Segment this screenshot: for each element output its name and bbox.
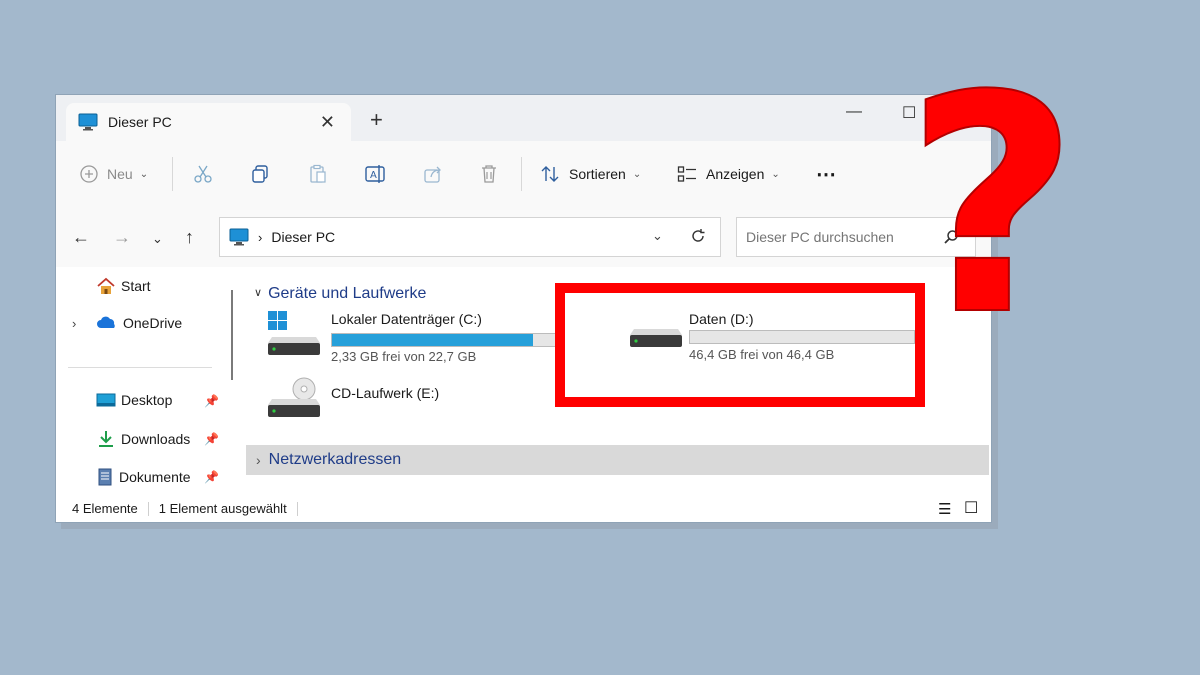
command-bar: Neu ⌄ A Sortieren ⌄ Anzeigen ⌄ ⋯ <box>56 141 991 208</box>
status-divider <box>296 501 298 516</box>
question-mark: ? <box>905 60 1079 330</box>
question-mark-graphic: ? <box>905 60 1080 330</box>
details-view-icon[interactable]: ☰ <box>938 500 951 518</box>
sidebar-item-documents[interactable]: Dokumente <box>96 468 191 486</box>
share-button[interactable] <box>423 141 443 207</box>
cloud-icon <box>97 316 115 328</box>
status-bar: 4 Elemente 1 Element ausgewählt ☰ ☐ <box>56 495 991 522</box>
sidebar-item-label: Start <box>121 278 151 294</box>
rename-icon: A <box>365 165 385 183</box>
sidebar-item-desktop[interactable]: Desktop <box>96 392 172 408</box>
forward-arrow-icon[interactable]: → <box>113 227 131 248</box>
pin-icon[interactable]: 📌 <box>204 394 219 408</box>
svg-text:A: A <box>370 170 377 181</box>
item-count: 4 Elemente <box>72 501 138 516</box>
sidebar-item-downloads[interactable]: Downloads <box>96 430 190 448</box>
toolbar-divider <box>172 157 173 191</box>
group-header-devices[interactable]: ∨ Geräte und Laufwerke <box>254 285 426 303</box>
sort-label: Sortieren <box>569 166 626 182</box>
selection-count: 1 Element ausgewählt <box>158 501 287 516</box>
breadcrumb[interactable]: Dieser PC <box>271 229 335 245</box>
up-arrow-icon[interactable]: ↑ <box>185 227 194 248</box>
sidebar-item-label: Downloads <box>121 431 191 447</box>
expand-chevron-icon: › <box>256 452 261 468</box>
address-bar[interactable]: › Dieser PC ⌄ <box>219 217 721 257</box>
sidebar-item-start[interactable]: Start <box>96 277 151 295</box>
rename-button[interactable]: A <box>364 141 386 207</box>
pin-icon[interactable]: 📌 <box>204 432 219 446</box>
download-arrow-icon <box>99 431 113 447</box>
copy-button[interactable] <box>250 141 270 207</box>
sidebar-item-label: Desktop <box>121 392 173 408</box>
chevron-down-icon: ⌄ <box>632 168 642 180</box>
group-header-network[interactable]: › Netzwerkadressen <box>246 445 989 475</box>
monitor-icon <box>229 228 249 246</box>
sidebar-divider <box>68 367 212 368</box>
recent-chevron-icon[interactable]: ⌄ <box>152 231 163 247</box>
free-space-text: 2,33 GB frei von 22,7 GB <box>331 349 477 364</box>
highlight-box <box>555 283 925 407</box>
windows-drive-icon <box>268 311 320 355</box>
view-label: Anzeigen <box>706 166 765 182</box>
delete-button[interactable] <box>480 141 498 207</box>
new-label: Neu <box>107 166 133 182</box>
address-dropdown-icon[interactable]: ⌄ <box>652 228 663 244</box>
sidebar-item-onedrive[interactable]: OneDrive <box>96 315 182 331</box>
pin-icon[interactable]: 📌 <box>204 470 219 484</box>
paste-button[interactable] <box>308 141 328 207</box>
clipboard-icon <box>310 164 326 183</box>
new-tab-button[interactable]: + <box>370 109 383 131</box>
plus-circle-icon <box>80 165 98 183</box>
cut-button[interactable] <box>193 141 213 207</box>
refresh-icon[interactable] <box>690 228 706 244</box>
tab-title: Dieser PC <box>108 114 172 130</box>
share-icon <box>424 166 441 183</box>
tab-this-pc[interactable]: Dieser PC ✕ <box>66 103 351 141</box>
toolbar-divider <box>521 157 522 191</box>
expand-chevron-icon[interactable]: › <box>72 316 76 331</box>
sidebar-item-label: Dokumente <box>119 469 191 485</box>
title-bar: Dieser PC ✕ + — ☐ ✕ <box>56 95 991 141</box>
sidebar-scrollbar[interactable] <box>231 290 233 380</box>
drive-name: CD-Laufwerk (E:) <box>331 385 440 401</box>
minimize-icon[interactable]: — <box>846 103 862 121</box>
more-options-button[interactable]: ⋯ <box>816 141 836 207</box>
status-divider <box>147 501 149 516</box>
drive-c[interactable]: Lokaler Datenträger (C:) 2,33 GB frei vo… <box>266 311 566 364</box>
group-title: Netzwerkadressen <box>268 451 402 468</box>
new-button[interactable]: Neu ⌄ <box>80 141 148 207</box>
back-arrow-icon[interactable]: ← <box>72 227 90 248</box>
view-list-icon <box>677 166 696 182</box>
address-row: ← → ⌄ ↑ › Dieser PC ⌄ <box>56 207 991 267</box>
trash-icon <box>482 165 496 183</box>
sidebar-item-label: OneDrive <box>123 315 183 331</box>
view-button[interactable]: Anzeigen ⌄ <box>677 141 780 207</box>
sort-arrows-icon <box>541 166 559 182</box>
scissors-icon <box>194 165 212 183</box>
document-icon <box>98 468 112 486</box>
close-tab-icon[interactable]: ✕ <box>320 112 335 133</box>
desktop-icon <box>96 393 116 407</box>
cd-drive-icon <box>268 377 320 417</box>
chevron-down-icon: ⌄ <box>139 168 149 180</box>
ellipsis-icon: ⋯ <box>816 163 836 186</box>
capacity-bar-fill <box>332 334 533 346</box>
group-title: Geräte und Laufwerke <box>268 285 427 302</box>
navigation-pane: Start › OneDrive Desktop 📌 Downloads � <box>56 267 220 495</box>
chevron-down-icon: ⌄ <box>771 168 780 180</box>
capacity-bar <box>331 333 557 347</box>
breadcrumb-chevron-icon: › <box>258 229 263 245</box>
collapse-chevron-icon: ∨ <box>254 287 263 299</box>
tiles-view-icon[interactable]: ☐ <box>964 498 978 518</box>
sort-button[interactable]: Sortieren ⌄ <box>540 141 641 207</box>
monitor-icon <box>78 113 98 131</box>
drive-e[interactable]: CD-Laufwerk (E:) <box>266 377 566 427</box>
drive-name: Lokaler Datenträger (C:) <box>331 311 482 327</box>
home-icon <box>97 277 115 294</box>
copy-icon <box>252 165 268 183</box>
